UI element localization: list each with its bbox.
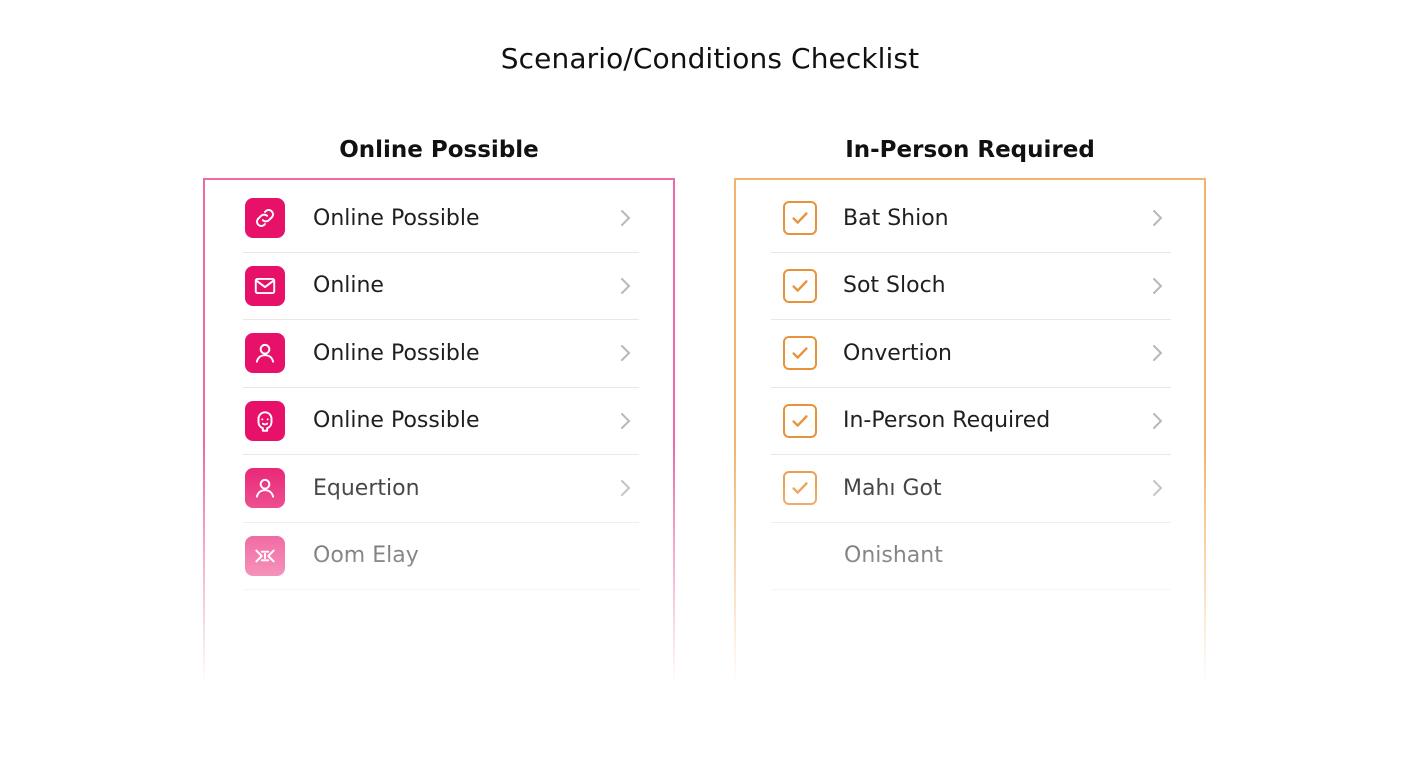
checkmark-icon	[792, 482, 808, 495]
list-item-in-person-5[interactable]: Onishant	[771, 523, 1171, 590]
page-title: Scenario/Conditions Checklist	[500, 42, 920, 75]
list-item-label: Online Possible	[313, 408, 480, 434]
online-panel: Online Possible Online Online Possible O…	[201, 178, 677, 685]
list-item-online-3[interactable]: Online Possible	[243, 388, 639, 455]
list-item-label: Online	[313, 273, 384, 299]
face-icon	[245, 400, 285, 441]
checkbox-checked[interactable]	[783, 336, 817, 371]
in-person-panel: Bat Shion Sot Sloch Onvertion In-Person …	[732, 178, 1208, 685]
chevron-right-icon	[621, 210, 631, 227]
user-icon	[245, 333, 285, 374]
list-item-label: Onvertion	[843, 340, 953, 366]
online-list: Online Possible Online Online Possible O…	[243, 185, 639, 590]
checkmark-icon	[792, 279, 808, 292]
in-person-column: In-Person Required Bat Shion Sot Sloch O…	[732, 134, 1208, 685]
checkmark-icon	[792, 414, 808, 427]
list-item-online-0[interactable]: Online Possible	[243, 185, 639, 253]
checklist-page: Scenario/Conditions Checklist Online Pos…	[0, 0, 1408, 768]
mail-icon	[245, 265, 285, 306]
link-icon	[245, 198, 285, 239]
checkbox-checked[interactable]	[783, 268, 817, 303]
list-item-in-person-1[interactable]: Sot Sloch	[771, 253, 1171, 320]
list-item-in-person-3[interactable]: In-Person Required	[771, 388, 1171, 455]
chevron-right-icon	[621, 345, 631, 362]
list-item-label: Oom Elay	[313, 543, 419, 569]
checkbox-checked[interactable]	[783, 403, 817, 438]
list-item-label: Sot Sloch	[843, 273, 946, 299]
list-item-online-5[interactable]: Oom Elay	[243, 523, 639, 590]
checkmark-icon	[792, 347, 808, 360]
list-item-online-1[interactable]: Online	[243, 253, 639, 320]
list-item-label: In-Person Required	[843, 408, 1051, 434]
list-item-in-person-0[interactable]: Bat Shion	[771, 185, 1171, 253]
chevron-right-icon	[1153, 480, 1163, 497]
online-column: Online Possible Online Possible Online O…	[201, 134, 677, 685]
checkbox-checked[interactable]	[783, 201, 817, 236]
list-item-label: Mahı Got	[843, 475, 942, 501]
user-icon	[245, 468, 285, 509]
chevron-right-icon	[621, 480, 631, 497]
in-person-heading: In-Person Required	[845, 137, 1095, 163]
compress-icon	[245, 535, 285, 576]
chevron-right-icon	[621, 412, 631, 429]
list-item-label: Bat Shion	[843, 205, 949, 231]
chevron-right-icon	[1153, 210, 1163, 227]
in-person-list: Bat Shion Sot Sloch Onvertion In-Person …	[771, 185, 1171, 590]
list-item-label: Equertion	[313, 475, 420, 501]
list-item-in-person-4[interactable]: Mahı Got	[771, 455, 1171, 523]
list-item-label: Onishant	[844, 543, 943, 569]
chevron-right-icon	[1153, 277, 1163, 294]
list-item-label: Online Possible	[313, 205, 480, 231]
chevron-right-icon	[621, 277, 631, 294]
online-heading: Online Possible	[339, 137, 539, 163]
chevron-right-icon	[1153, 412, 1163, 429]
list-item-online-4[interactable]: Equertion	[243, 455, 639, 523]
list-item-online-2[interactable]: Online Possible	[243, 320, 639, 388]
checkmark-icon	[792, 212, 808, 225]
checkbox-checked[interactable]	[783, 471, 817, 506]
list-item-in-person-2[interactable]: Onvertion	[771, 320, 1171, 388]
list-item-label: Online Possible	[313, 340, 480, 366]
chevron-right-icon	[1153, 345, 1163, 362]
